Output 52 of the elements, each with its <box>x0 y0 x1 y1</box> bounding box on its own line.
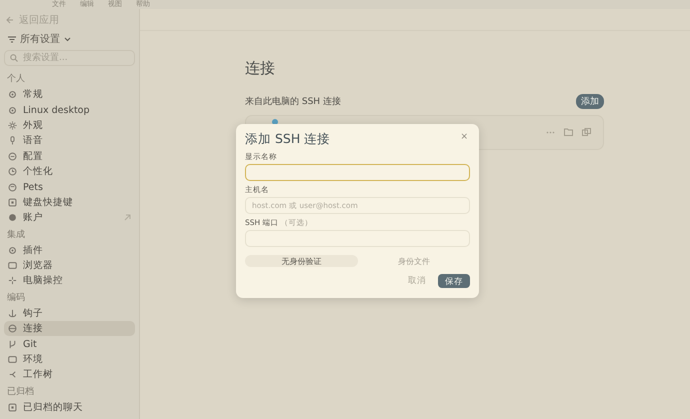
square-icon <box>8 402 17 412</box>
section-heading: 编码 <box>6 292 26 305</box>
sidebar-item[interactable]: 已归档的聊天 <box>4 400 135 416</box>
microphone-icon <box>8 136 17 146</box>
sidebar-item[interactable]: 插件 <box>4 242 135 258</box>
save-button[interactable]: 保存 <box>438 274 470 288</box>
copy-icon[interactable] <box>582 128 591 136</box>
sidebar-item[interactable]: Git <box>4 336 135 352</box>
circle-icon <box>8 152 17 161</box>
sidebar-item[interactable]: Linux desktop <box>4 102 135 118</box>
sidebar-item[interactable]: 账户 <box>4 210 135 226</box>
tree-icon <box>8 370 17 380</box>
sidebar-item[interactable]: 个性化 <box>4 164 135 180</box>
sidebar-item[interactable]: 常规 <box>4 87 135 102</box>
sun-icon <box>8 120 17 130</box>
sidebar-item[interactable]: 工作树 <box>4 367 135 383</box>
sidebar-item[interactable]: 环境 <box>4 352 135 368</box>
dialog-title: 添加 SSH 连接 <box>245 131 330 148</box>
sidebar-item[interactable]: 连接 <box>4 321 135 336</box>
sidebar-item[interactable]: 电脑操控 <box>4 273 135 289</box>
back-arrow-icon <box>6 16 14 24</box>
sidebar-item[interactable]: 钩子 <box>4 306 135 322</box>
auth-option-tab[interactable]: 无身份验证 <box>245 255 358 267</box>
search-icon <box>10 54 18 62</box>
square-icon <box>8 198 17 207</box>
add-button[interactable]: 添加 <box>576 94 604 109</box>
sidebar-item[interactable]: 键盘快捷键 <box>4 194 135 210</box>
close-button[interactable]: × <box>460 133 468 142</box>
clock-icon <box>8 167 17 176</box>
gear-icon <box>8 246 17 255</box>
branch-icon <box>8 340 17 349</box>
section-heading: 集成 <box>6 228 26 242</box>
window-icon <box>8 355 17 364</box>
folder-icon[interactable] <box>564 128 573 136</box>
filter-icon <box>8 36 16 42</box>
input-field[interactable] <box>245 164 470 181</box>
chevron-down-icon <box>64 36 71 42</box>
sidebar-item[interactable]: 配置 <box>4 148 135 164</box>
window-icon <box>8 261 17 270</box>
section-label: 来自此电脑的 SSH 连接 <box>245 96 341 108</box>
globe-icon <box>8 324 17 334</box>
dot-icon <box>8 213 17 222</box>
sidebar-item[interactable]: 浏览器 <box>4 258 135 274</box>
sparkle-icon <box>8 276 17 286</box>
sidebar-item[interactable]: 外观 <box>4 118 135 134</box>
sidebar-item[interactable]: 语音 <box>4 133 135 149</box>
anchor-icon <box>8 308 17 318</box>
page-title: 连接 <box>245 59 276 78</box>
section-heading: 个人 <box>6 72 26 86</box>
scope-dropdown[interactable]: 所有设置 <box>4 29 135 49</box>
section-heading: 已归档 <box>6 386 35 399</box>
sidebar-item[interactable]: Pets <box>4 179 135 195</box>
